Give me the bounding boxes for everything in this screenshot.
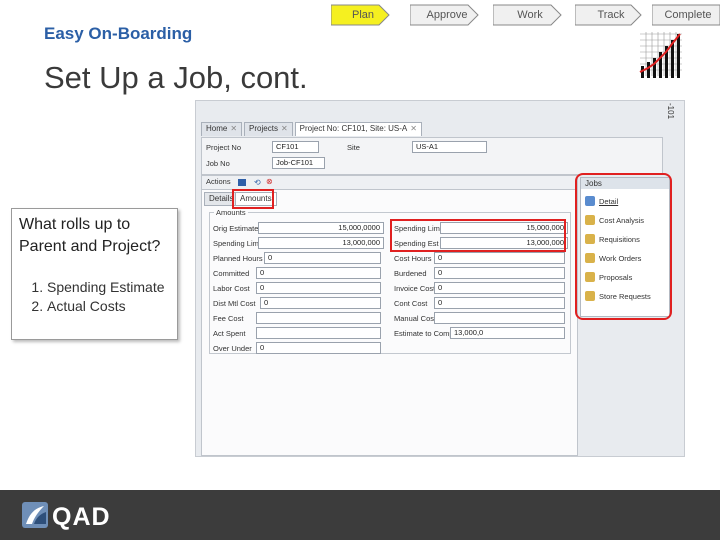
estimate-to-complete-field[interactable]: 13,000,0 — [450, 327, 565, 339]
site-field[interactable]: US-A1 — [412, 141, 487, 153]
tab-projects[interactable]: Projects ✕ — [244, 122, 293, 136]
field-label: Over Under — [213, 344, 252, 353]
tab-label: Projects — [249, 124, 278, 133]
site-label: Site — [347, 143, 360, 152]
close-icon[interactable]: ✕ — [230, 124, 237, 133]
dist-mtl-cost-field[interactable]: 0 — [260, 297, 381, 309]
field-label: Orig Estimate — [213, 224, 259, 233]
job-no-label: Job No — [206, 159, 230, 168]
close-icon[interactable]: ✕ — [281, 124, 288, 133]
orig-estimate-field[interactable]: 15,000,0000 — [258, 222, 384, 234]
delete-icon[interactable]: ⊗ — [266, 177, 273, 186]
field-label: Cont Cost — [394, 299, 428, 308]
toolbar: Actions ⟲ ⊗ — [201, 175, 578, 190]
list-item: Actual Costs — [47, 297, 177, 316]
tab-bar: Home ✕ Projects ✕ Project No: CF101, Site:… — [201, 122, 424, 136]
window-corner-label: -101 — [666, 103, 675, 120]
fee-cost-field[interactable] — [256, 312, 381, 324]
manual-cost-field[interactable] — [434, 312, 565, 324]
field-label: Invoice Cost — [394, 284, 436, 293]
growth-chart-icon — [636, 28, 684, 80]
step-complete: Complete — [652, 4, 720, 26]
step-label-track: Track — [597, 9, 625, 21]
invoice-cost-field[interactable]: 0 — [434, 282, 565, 294]
tab-home[interactable]: Home ✕ — [201, 122, 243, 136]
header-panel: Project No CF101 Job No Job-CF101 Site U… — [201, 137, 663, 175]
step-approve: Approve — [410, 4, 480, 26]
tab-label: Project No: CF101, Site: US-A — [299, 124, 408, 133]
step-label-work: Work — [517, 9, 543, 21]
field-label: Cost Hours — [394, 254, 432, 263]
project-no-label: Project No — [206, 143, 242, 152]
field-label: Fee Cost — [213, 314, 244, 323]
field-label: Burdened — [394, 269, 427, 278]
close-icon[interactable]: ✕ — [410, 124, 417, 133]
step-label-plan: Plan — [351, 9, 375, 21]
labor-cost-field[interactable]: 0 — [256, 282, 381, 294]
callout-list: Spending Estimate Actual Costs — [19, 278, 177, 316]
app-screenshot: -101 Home ✕ Projects ✕ Project No: CF101, … — [195, 100, 685, 457]
step-label-complete: Complete — [664, 9, 712, 21]
burdened-field[interactable]: 0 — [434, 267, 565, 279]
callout-box: What rolls up to Parent and Project? Spe… — [11, 208, 178, 340]
footer-logo-text: QAD — [52, 503, 111, 531]
spending-highlight — [390, 219, 566, 252]
spending-limit-field[interactable]: 13,000,000 — [258, 237, 384, 249]
form-panel: Details Amounts Amounts Orig Estimate 15… — [201, 189, 578, 456]
project-no-field[interactable]: CF101 — [272, 141, 319, 153]
amounts-tab-highlight — [232, 189, 274, 209]
field-label: Committed — [213, 269, 250, 278]
slide-title: Set Up a Job, cont. — [44, 60, 308, 95]
field-label: Spending Limit — [213, 239, 263, 248]
list-item: Spending Estimate — [47, 278, 177, 297]
job-no-field[interactable]: Job-CF101 — [272, 157, 325, 169]
tagline: Easy On-Boarding — [44, 24, 193, 43]
refresh-icon[interactable]: ⟲ — [254, 178, 261, 187]
amounts-group-label: Amounts — [214, 208, 248, 217]
field-label: Act Spent — [213, 329, 246, 338]
cont-cost-field[interactable]: 0 — [434, 297, 565, 309]
step-track: Track — [575, 4, 643, 26]
step-label-approve: Approve — [426, 9, 468, 21]
field-label: Dist Mtl Cost — [213, 299, 256, 308]
field-label: Manual Cost — [394, 314, 437, 323]
save-icon[interactable] — [238, 179, 246, 186]
field-label: Planned Hours — [213, 254, 263, 263]
actions-menu[interactable]: Actions — [206, 177, 231, 186]
qad-logo-icon — [22, 502, 48, 528]
planned-hours-field[interactable]: 0 — [264, 252, 381, 264]
act-spent-field[interactable] — [256, 327, 381, 339]
committed-field[interactable]: 0 — [256, 267, 381, 279]
callout-question: What rolls up to Parent and Project? — [19, 216, 161, 255]
over-under-field[interactable]: 0 — [256, 342, 381, 354]
step-plan: Plan — [331, 4, 391, 26]
jobs-panel-highlight — [575, 173, 672, 320]
footer-bar: QAD — [0, 490, 720, 540]
cost-hours-field[interactable]: 0 — [434, 252, 565, 264]
tab-project-detail[interactable]: Project No: CF101, Site: US-A ✕ — [294, 122, 422, 136]
step-work: Work — [493, 4, 563, 26]
tab-label: Home — [206, 124, 228, 133]
field-label: Labor Cost — [213, 284, 250, 293]
